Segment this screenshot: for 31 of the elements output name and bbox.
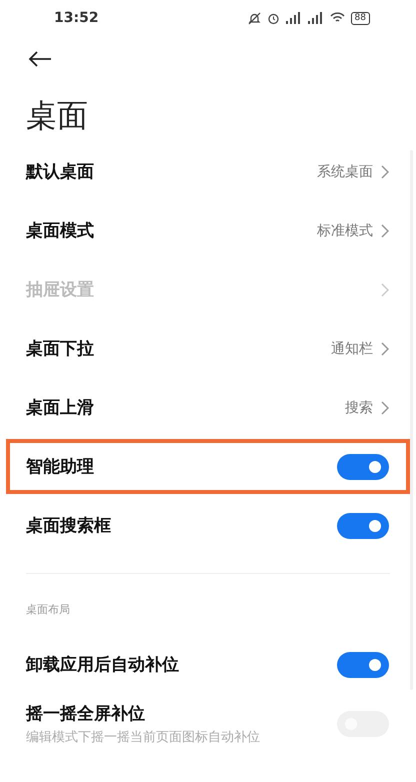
alarm-icon [266, 12, 280, 24]
chevron-icon [381, 164, 389, 178]
page-title: 桌面 [26, 97, 88, 136]
setting-description: 编辑模式下摇一摇当前页面图标自动补位 [26, 728, 260, 746]
back-arrow-icon[interactable] [28, 50, 52, 68]
row-value: 搜索 [345, 398, 373, 416]
setting-label[interactable]: 桌面搜索框 [26, 514, 111, 537]
toggle-switch[interactable] [337, 652, 389, 678]
row-value: 通知栏 [331, 340, 373, 358]
chevron-icon [381, 400, 389, 414]
setting-label[interactable]: 智能助理 [26, 455, 94, 478]
chevron-icon [381, 342, 389, 356]
chevron-icon [381, 282, 389, 296]
signal-icon [286, 12, 302, 24]
chevron-icon [381, 224, 389, 238]
toggle-switch[interactable] [337, 512, 389, 538]
setting-label[interactable]: 桌面模式 [26, 219, 94, 242]
signal-icon [308, 12, 324, 24]
toggle-switch[interactable] [337, 454, 389, 480]
setting-label[interactable]: 桌面上滑 [26, 396, 94, 419]
bell-off-icon [248, 12, 261, 24]
status-time: 13:52 [54, 10, 99, 26]
setting-label[interactable]: 默认桌面 [26, 160, 94, 183]
row-value: 系统桌面 [317, 162, 373, 180]
battery-level: 88 [350, 12, 370, 24]
wifi-icon [330, 12, 345, 24]
setting-label: 摇一摇全屏补位 [26, 702, 146, 724]
setting-label[interactable]: 桌面下拉 [26, 337, 94, 360]
section-title: 桌面布局 [26, 602, 70, 617]
setting-label[interactable]: 卸载应用后自动补位 [26, 653, 179, 676]
row-value: 标准模式 [317, 222, 373, 240]
